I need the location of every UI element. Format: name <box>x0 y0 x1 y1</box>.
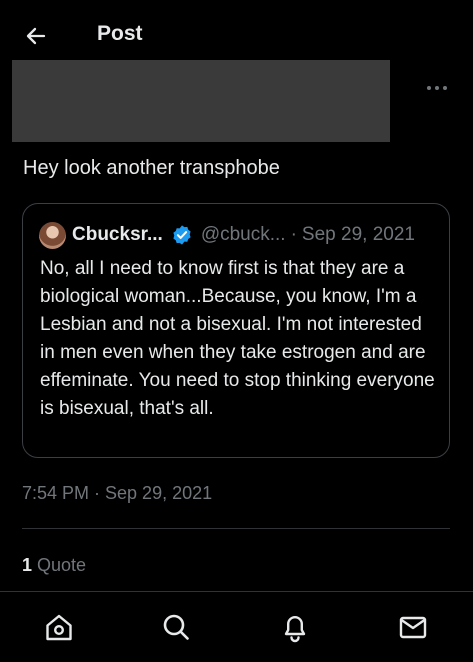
quote-count-link[interactable]: 1 Quote <box>22 555 86 576</box>
separator-dot: · <box>290 224 297 245</box>
arrow-left-icon <box>26 27 46 45</box>
verified-badge-icon <box>171 224 193 246</box>
home-icon <box>46 614 72 641</box>
quote-label: Quote <box>37 555 87 575</box>
avatar[interactable] <box>39 221 66 249</box>
bell-icon <box>284 616 306 643</box>
redacted-author-block <box>12 60 390 142</box>
post-timestamp[interactable]: 7:54 PM · Sep 29, 2021 <box>22 483 212 504</box>
quoted-author-handle: @cbuck... <box>200 224 286 245</box>
quoted-post-header: Cbucksr... @cbuck... · Sep 29, 2021 <box>39 221 435 249</box>
quoted-author-name[interactable]: Cbucksr... <box>72 224 163 246</box>
nav-notifications-button[interactable] <box>277 609 313 645</box>
quoted-post-card[interactable]: Cbucksr... @cbuck... · Sep 29, 2021 No, … <box>22 203 450 458</box>
search-icon <box>163 614 189 640</box>
mail-icon <box>399 616 427 639</box>
page-title: Post <box>97 22 143 45</box>
more-options-button[interactable] <box>421 76 453 100</box>
divider <box>22 528 450 529</box>
quoted-post-text: No, all I need to know first is that the… <box>40 258 435 419</box>
nav-messages-button[interactable] <box>395 609 431 645</box>
nav-search-button[interactable] <box>158 609 194 645</box>
more-horizontal-icon <box>427 86 447 90</box>
bottom-navigation <box>0 591 473 662</box>
quoted-post-date: Sep 29, 2021 <box>301 224 415 245</box>
quote-count: 1 <box>22 555 33 575</box>
back-button[interactable] <box>20 20 52 52</box>
nav-home-button[interactable] <box>41 609 77 645</box>
post-text: Hey look another transphobe <box>23 157 280 179</box>
